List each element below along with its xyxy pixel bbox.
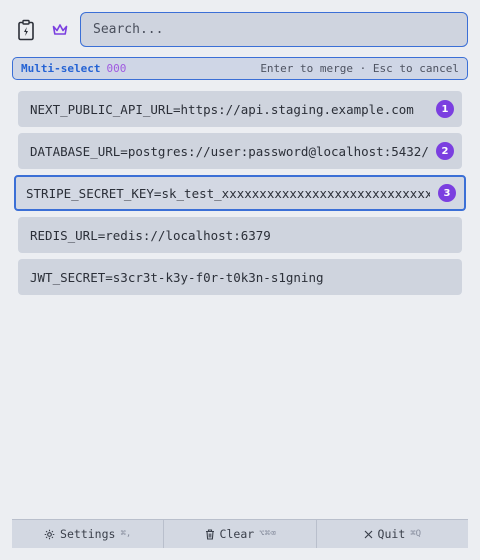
search-input[interactable] <box>93 22 467 37</box>
selection-badge: 3 <box>438 184 456 202</box>
top-bar <box>12 12 468 47</box>
item-text: STRIPE_SECRET_KEY=sk_test_xxxxxxxxxxxxxx… <box>26 185 430 201</box>
gear-icon <box>44 529 55 539</box>
list-item[interactable]: NEXT_PUBLIC_API_URL=https://api.staging.… <box>18 91 462 127</box>
selection-badge: 1 <box>436 100 454 118</box>
clipboard-bolt-icon <box>18 19 34 40</box>
list-item[interactable]: REDIS_URL=redis://localhost:6379 <box>18 217 462 253</box>
crown-icon <box>52 23 68 35</box>
merge-hint: Enter to merge · Esc to cancel <box>260 62 459 75</box>
list-item[interactable]: DATABASE_URL=postgres://user:password@lo… <box>18 133 462 169</box>
list-item[interactable]: JWT_SECRET=s3cr3t-k3y-f0r-t0k3n-s1gning <box>18 259 462 295</box>
selection-count: 000 <box>106 62 127 75</box>
quit-button[interactable]: Quit ⌘Q <box>317 520 468 548</box>
item-text: NEXT_PUBLIC_API_URL=https://api.staging.… <box>30 101 414 117</box>
selection-badge: 2 <box>436 142 454 160</box>
multi-select-bar: Multi-select 000 Enter to merge · Esc to… <box>12 57 468 80</box>
search-box[interactable] <box>80 12 468 47</box>
settings-label: Settings <box>60 527 116 541</box>
trash-icon <box>205 528 214 540</box>
clipboard-list: NEXT_PUBLIC_API_URL=https://api.staging.… <box>14 91 466 301</box>
clipboard-button[interactable] <box>12 12 40 47</box>
multi-select-label: Multi-select <box>21 62 101 75</box>
clear-shortcut: ⌥⌘⌫ <box>259 529 276 539</box>
item-text: JWT_SECRET=s3cr3t-k3y-f0r-t0k3n-s1gning <box>30 269 324 285</box>
clear-label: Clear <box>219 527 255 541</box>
item-text: DATABASE_URL=postgres://user:password@lo… <box>30 143 428 159</box>
quit-shortcut: ⌘Q <box>410 529 422 539</box>
footer-bar: Settings ⌘, Clear ⌥⌘⌫ Quit ⌘Q <box>12 519 468 548</box>
clear-button[interactable]: Clear ⌥⌘⌫ <box>164 520 317 548</box>
item-text: REDIS_URL=redis://localhost:6379 <box>30 227 271 243</box>
settings-button[interactable]: Settings ⌘, <box>12 520 165 548</box>
settings-shortcut: ⌘, <box>120 529 132 539</box>
quit-label: Quit <box>377 527 406 541</box>
premium-button[interactable] <box>46 12 74 47</box>
list-item-focused[interactable]: STRIPE_SECRET_KEY=sk_test_xxxxxxxxxxxxxx… <box>14 175 466 211</box>
close-icon <box>364 530 372 538</box>
